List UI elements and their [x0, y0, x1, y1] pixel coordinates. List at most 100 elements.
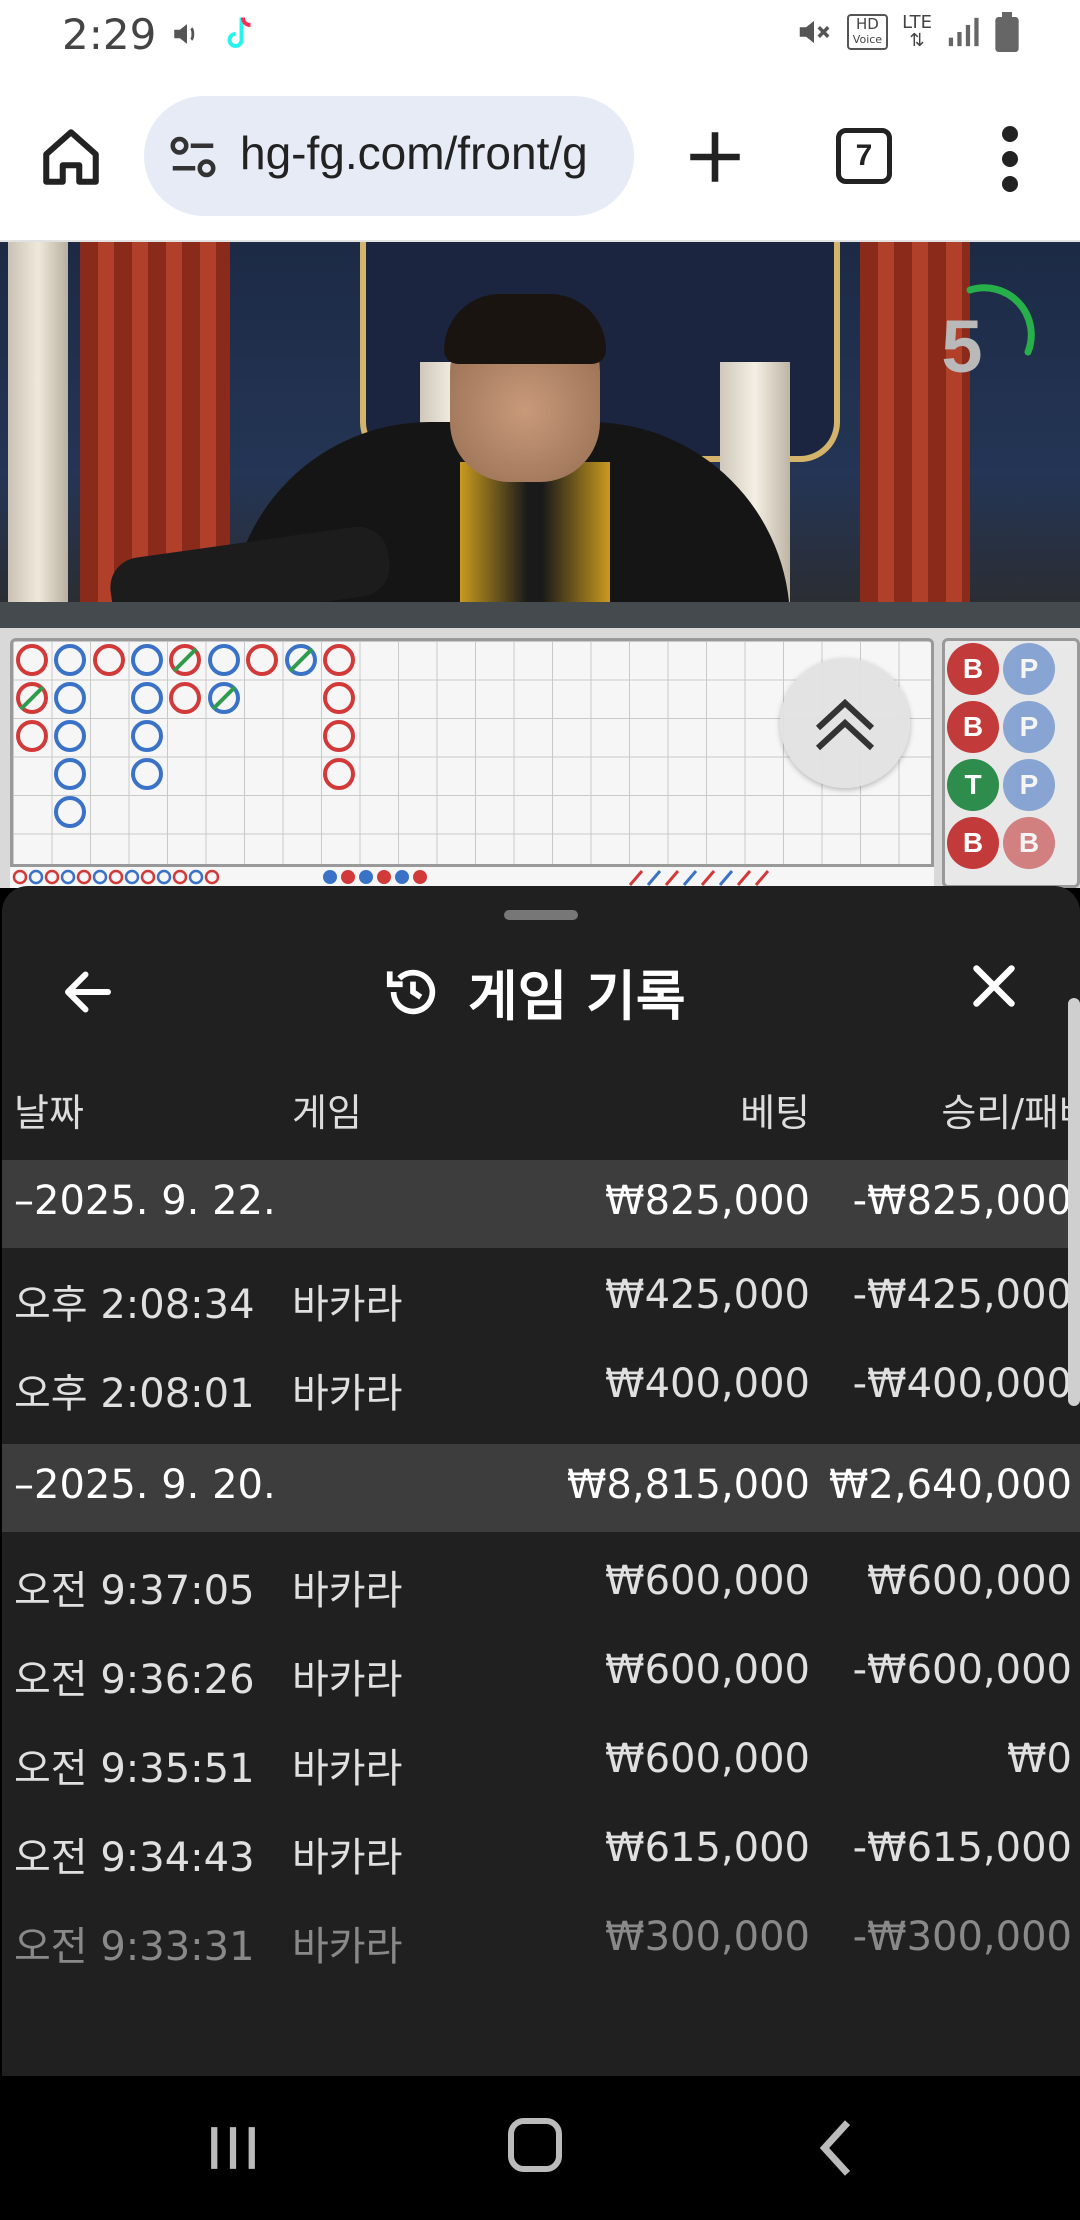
row-time: 오후 2:08:34	[14, 1282, 255, 1328]
sheet-drag-handle[interactable]	[504, 910, 578, 920]
system-nav-bar	[0, 2076, 1080, 2220]
row-game: 바카라	[292, 1924, 403, 1970]
tab-switcher-button[interactable]: 7	[836, 128, 892, 184]
date-group-row[interactable]: –2025. 9. 22. ₩825,000 -₩825,000	[2, 1160, 1080, 1248]
row-game: 바카라	[292, 1282, 403, 1328]
column-header-date: 날짜	[14, 1091, 84, 1135]
bead-marker: B	[947, 701, 999, 753]
row-game: 바카라	[292, 1657, 403, 1703]
row-win-loss: -₩600,000	[852, 1647, 1072, 1693]
address-bar[interactable]: hg-fg.com/front/g	[144, 96, 634, 216]
signal-icon	[948, 17, 979, 47]
bead-marker: T	[947, 759, 999, 811]
battery-icon	[995, 12, 1019, 52]
sheet-scrollbar[interactable]	[1068, 998, 1080, 1406]
column-header-bet: 베팅	[740, 1091, 810, 1135]
new-tab-icon[interactable]	[682, 124, 748, 190]
history-row[interactable]: 오전 9:34:43 바카라 ₩615,000 -₩615,000	[2, 1809, 1080, 1897]
derived-roads-strip	[10, 864, 934, 888]
recent-apps-icon[interactable]	[208, 2120, 258, 2176]
row-game: 바카라	[292, 1746, 403, 1792]
baccarat-roadmap: B P B P T P B B	[0, 628, 1080, 888]
row-game: 바카라	[292, 1835, 403, 1881]
close-icon[interactable]	[964, 956, 1024, 1016]
expand-roadmap-button[interactable]	[780, 658, 910, 788]
column-header-game: 게임	[292, 1091, 362, 1135]
row-win-loss: -₩300,000	[852, 1914, 1072, 1960]
status-right-icons: HD Voice LTE ⇅	[795, 12, 1020, 52]
column-header-win-loss: 승리/패배	[941, 1091, 1080, 1135]
video-pillar	[8, 242, 68, 628]
countdown-timer: 5	[941, 305, 983, 388]
sheet-title: 게임 기록	[382, 952, 686, 1031]
row-time: 오전 9:37:05	[14, 1568, 255, 1614]
sheet-title-text: 게임 기록	[468, 965, 686, 1028]
tiktok-icon	[227, 17, 251, 48]
group-win-loss-total: ₩2,640,000	[828, 1462, 1072, 1508]
row-bet: ₩615,000	[605, 1825, 810, 1871]
row-bet: ₩600,000	[605, 1736, 810, 1782]
site-settings-icon[interactable]	[166, 130, 220, 184]
row-game: 바카라	[292, 1568, 403, 1614]
row-win-loss: ₩600,000	[867, 1558, 1072, 1604]
row-win-loss: -₩400,000	[852, 1361, 1072, 1407]
history-row[interactable]: 오전 9:33:31 바카라 ₩300,000 -₩300,000	[2, 1898, 1080, 1986]
group-date: –2025. 9. 20.	[14, 1462, 276, 1508]
home-nav-button[interactable]	[508, 2118, 562, 2172]
more-menu-icon[interactable]	[990, 124, 1030, 194]
home-icon[interactable]	[38, 124, 104, 190]
row-bet: ₩425,000	[605, 1272, 810, 1318]
derived-road-marks	[12, 869, 770, 886]
history-icon	[386, 969, 436, 1014]
status-bar: 2:29 HD Voice LTE ⇅	[0, 0, 1080, 72]
bead-marker: P	[1003, 701, 1055, 753]
lte-arrows-icon: ⇅	[909, 30, 925, 51]
lte-indicator: LTE ⇅	[902, 14, 932, 50]
voice-label: Voice	[852, 33, 883, 46]
row-time: 오전 9:33:31	[14, 1924, 255, 1970]
status-time: 2:29	[62, 10, 157, 59]
hd-label: HD	[856, 15, 879, 33]
mute-icon	[799, 20, 830, 44]
row-bet: ₩600,000	[605, 1558, 810, 1604]
bead-marker: P	[1003, 643, 1055, 695]
bead-road-panel: B P B P T P B B	[942, 638, 1080, 888]
history-row[interactable]: 오전 9:35:51 바카라 ₩600,000 ₩0	[2, 1720, 1080, 1808]
row-time: 오후 2:08:01	[14, 1371, 255, 1417]
row-win-loss: -₩425,000	[852, 1272, 1072, 1318]
bead-marker: B	[947, 817, 999, 869]
row-time: 오전 9:35:51	[14, 1746, 255, 1792]
dealer-hair	[444, 294, 606, 364]
row-bet: ₩400,000	[605, 1361, 810, 1407]
back-arrow-icon[interactable]	[58, 962, 118, 1022]
live-dealer-video[interactable]: 5	[0, 242, 1080, 628]
table-edge	[0, 602, 1080, 628]
hd-voice-badge: HD Voice	[846, 14, 889, 50]
browser-toolbar: hg-fg.com/front/g 7	[0, 72, 1080, 242]
row-win-loss: -₩615,000	[852, 1825, 1072, 1871]
game-history-sheet: 게임 기록 날짜 게임 베팅 승리/패배 –2025. 9. 22. ₩825,…	[2, 886, 1080, 2076]
row-time: 오전 9:36:26	[14, 1657, 255, 1703]
double-chevron-up-icon	[815, 698, 875, 751]
row-win-loss: ₩0	[1007, 1736, 1072, 1782]
group-bet-total: ₩8,815,000	[566, 1462, 810, 1508]
row-game: 바카라	[292, 1371, 403, 1417]
history-row[interactable]: 오후 2:08:34 바카라 ₩425,000 -₩425,000	[2, 1256, 1080, 1344]
history-row[interactable]: 오전 9:37:05 바카라 ₩600,000 ₩600,000	[2, 1542, 1080, 1630]
group-date: –2025. 9. 22.	[14, 1178, 276, 1224]
row-bet: ₩300,000	[605, 1914, 810, 1960]
url-text[interactable]: hg-fg.com/front/g	[240, 126, 588, 180]
bead-marker: P	[1003, 759, 1055, 811]
row-time: 오전 9:34:43	[14, 1835, 255, 1881]
status-left-icons	[170, 14, 258, 54]
bead-marker: B	[947, 643, 999, 695]
date-group-row[interactable]: –2025. 9. 20. ₩8,815,000 ₩2,640,000	[2, 1444, 1080, 1532]
volume-icon	[174, 24, 195, 44]
back-nav-icon[interactable]	[816, 2118, 856, 2178]
history-table-header: 날짜 게임 베팅 승리/패배	[2, 1072, 1080, 1142]
row-bet: ₩600,000	[605, 1647, 810, 1693]
history-row[interactable]: 오전 9:36:26 바카라 ₩600,000 -₩600,000	[2, 1631, 1080, 1719]
group-bet-total: ₩825,000	[605, 1178, 810, 1224]
group-win-loss-total: -₩825,000	[852, 1178, 1072, 1224]
history-row[interactable]: 오후 2:08:01 바카라 ₩400,000 -₩400,000	[2, 1345, 1080, 1433]
